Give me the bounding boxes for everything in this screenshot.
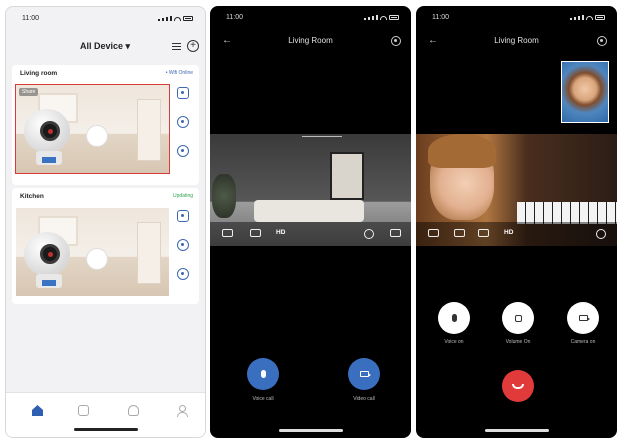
- camera-thumbnail[interactable]: [16, 208, 169, 296]
- device-name: Kitchen: [20, 193, 44, 200]
- record-icon[interactable]: [454, 229, 465, 237]
- video-call-button[interactable]: [348, 358, 380, 390]
- page-title: Living Room: [494, 36, 539, 45]
- ptz-icon[interactable]: [596, 229, 606, 239]
- add-device-icon[interactable]: +: [187, 40, 199, 52]
- ptz-icon[interactable]: [364, 229, 374, 239]
- hang-up-button[interactable]: [502, 370, 534, 402]
- share-badge: Share: [19, 88, 39, 96]
- shelf: [137, 99, 161, 161]
- messages-tab-icon[interactable]: [78, 405, 89, 416]
- piano-keys: [517, 202, 617, 224]
- caller-preview[interactable]: [561, 61, 609, 123]
- status-time: 11:00: [432, 14, 449, 21]
- video-icon: [359, 371, 371, 377]
- battery-icon: [183, 16, 193, 21]
- status-bar: 11:00: [416, 14, 617, 24]
- live-video[interactable]: HD: [416, 134, 617, 246]
- wall-art: [330, 152, 364, 200]
- home-indicator: [484, 429, 549, 432]
- wifi-icon: [586, 16, 593, 20]
- camera-image: [24, 232, 70, 288]
- battery-icon: [595, 15, 605, 20]
- bottom-tab-bar: [6, 392, 205, 437]
- video-controls: HD: [210, 222, 411, 246]
- quality-toggle[interactable]: HD: [276, 229, 285, 239]
- video-icon: [578, 315, 590, 321]
- video-call-label: Video call: [353, 396, 375, 402]
- status-bar: 11:00: [6, 15, 205, 25]
- battery-icon: [389, 15, 399, 20]
- settings-icon[interactable]: [597, 36, 607, 46]
- video-controls: HD: [416, 222, 617, 246]
- device-actions: [177, 87, 193, 157]
- cloud-icon[interactable]: [177, 116, 189, 128]
- status-icons: [364, 15, 399, 20]
- status-time: 11:00: [226, 14, 243, 21]
- child-hair: [428, 134, 496, 168]
- settings-icon[interactable]: [391, 36, 401, 46]
- settings-icon[interactable]: [177, 145, 189, 157]
- live-video[interactable]: HD: [210, 134, 411, 246]
- device-actions: [177, 210, 193, 280]
- status-icons: [570, 15, 605, 20]
- device-name: Living room: [20, 70, 58, 77]
- fullscreen-icon[interactable]: [390, 229, 401, 237]
- device-list-screen: 11:00 All Device ▾ + Living room • Wifi …: [5, 6, 206, 438]
- status-time: 11:00: [22, 15, 39, 22]
- live-view-screen: 11:00 ← Living Room HD Voice call Video …: [210, 6, 411, 438]
- cloud-tab-icon[interactable]: [128, 405, 139, 416]
- wall-clock: [86, 248, 108, 270]
- cloud-icon[interactable]: [177, 239, 189, 251]
- camera-thumbnail[interactable]: Share: [15, 84, 170, 174]
- home-indicator: [278, 429, 343, 432]
- snapshot-icon[interactable]: [478, 229, 489, 237]
- playback-icon[interactable]: [177, 210, 189, 222]
- microphone-icon: [451, 314, 457, 322]
- sofa: [254, 200, 364, 222]
- wall-clock: [86, 125, 108, 147]
- device-status: • Wifi Online: [165, 70, 193, 76]
- shelf: [137, 222, 161, 284]
- camera-on-button[interactable]: [567, 302, 599, 334]
- device-card-living-room[interactable]: Living room • Wifi Online Share: [12, 65, 199, 185]
- device-card-kitchen[interactable]: Kitchen Updating: [12, 188, 199, 304]
- device-filter-dropdown[interactable]: All Device ▾: [80, 41, 130, 52]
- wifi-icon: [174, 17, 181, 21]
- hang-up-icon: [512, 383, 524, 389]
- volume-on-button[interactable]: [502, 302, 534, 334]
- profile-tab-icon[interactable]: [176, 405, 188, 417]
- voice-call-label: Voice call: [252, 396, 274, 402]
- camera-image: [24, 109, 70, 165]
- playback-icon[interactable]: [177, 87, 189, 99]
- status-bar: 11:00: [210, 14, 411, 24]
- volume-on-label: Volume On: [505, 339, 531, 345]
- home-indicator: [73, 428, 138, 431]
- menu-icon[interactable]: [172, 43, 181, 50]
- voice-on-label: Voice on: [444, 339, 464, 345]
- page-title: Living Room: [288, 36, 333, 45]
- snapshot-icon[interactable]: [250, 229, 261, 237]
- settings-icon[interactable]: [177, 268, 189, 280]
- status-icons: [158, 16, 193, 21]
- camera-on-label: Camera on: [570, 339, 596, 345]
- device-status: Updating: [172, 193, 193, 199]
- speaker-icon[interactable]: [222, 229, 233, 237]
- header: All Device ▾ +: [6, 37, 205, 57]
- camera-switch-icon[interactable]: [428, 229, 439, 237]
- voice-on-button[interactable]: [438, 302, 470, 334]
- wifi-icon: [380, 16, 387, 20]
- voice-call-button[interactable]: [247, 358, 279, 390]
- microphone-icon: [260, 370, 266, 378]
- home-tab-icon[interactable]: [32, 405, 43, 416]
- plant: [212, 174, 236, 218]
- speaker-icon: [514, 314, 522, 322]
- video-call-screen: 11:00 ← Living Room HD Voice on Volume O…: [416, 6, 617, 438]
- quality-toggle[interactable]: HD: [504, 229, 513, 239]
